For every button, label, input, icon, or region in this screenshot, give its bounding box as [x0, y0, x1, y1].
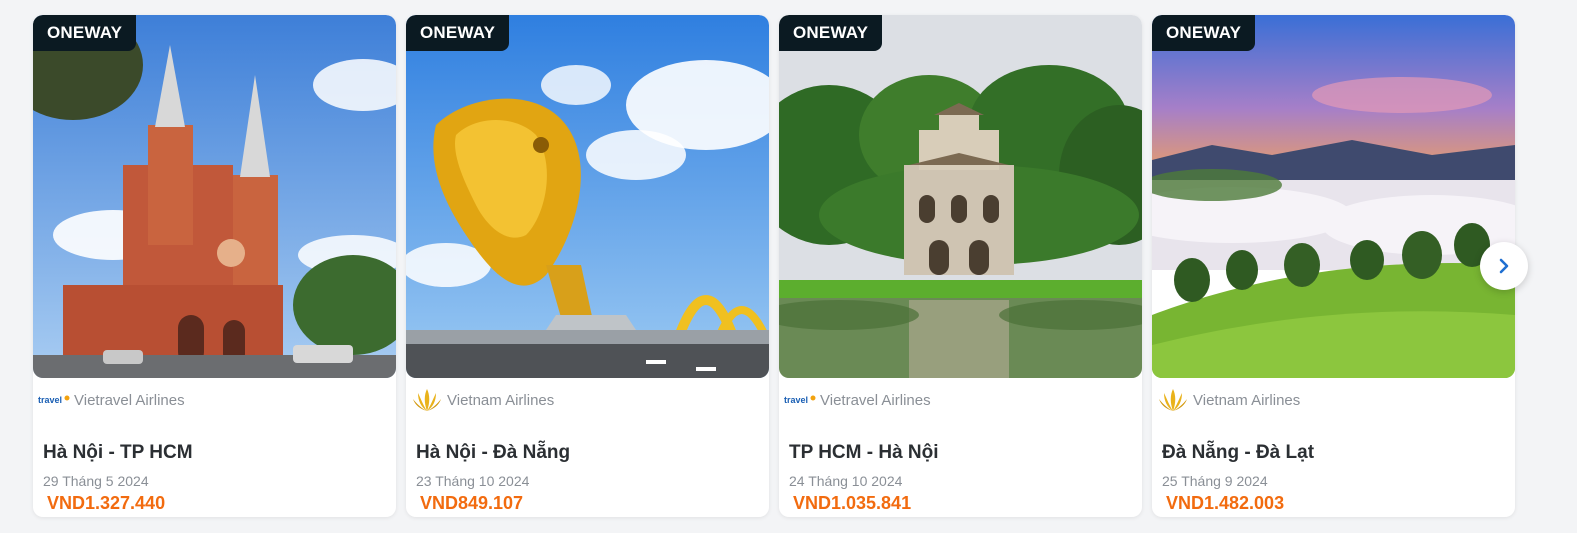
lotus-logo-icon: [1157, 384, 1189, 416]
fare-price: VND1.482.003: [1166, 493, 1285, 513]
flight-card[interactable]: ONEWAY Vietnam Airlines Đà Nẵng - Đà Lạt…: [1152, 15, 1515, 517]
airline-name: Vietnam Airlines: [1193, 391, 1301, 409]
departure-date: 24 Tháng 10 2024: [789, 473, 903, 489]
trip-type-badge: ONEWAY: [779, 15, 883, 51]
departure-date: 23 Tháng 10 2024: [416, 473, 530, 489]
route-title: TP HCM - Hà Nội: [789, 442, 939, 463]
airline-name: Vietnam Airlines: [447, 391, 555, 409]
chevron-right-icon: [1499, 258, 1509, 274]
airline-row: travel Vietravel Airlines: [33, 380, 396, 420]
destination-photo: ONEWAY: [406, 15, 769, 378]
route-title: Hà Nội - Đà Nẵng: [416, 442, 571, 463]
trip-type-badge: ONEWAY: [33, 15, 137, 51]
airline-row: travel Vietravel Airlines: [779, 380, 1142, 420]
fare-price: VND849.107: [420, 493, 524, 513]
carousel-next-button[interactable]: [1480, 242, 1528, 290]
airline-row: Vietnam Airlines: [406, 380, 769, 420]
svg-text:travel: travel: [784, 395, 808, 405]
trip-type-badge: ONEWAY: [1152, 15, 1256, 51]
flight-card[interactable]: ONEWAY travel Vietravel Airlines TP HCM …: [779, 15, 1142, 517]
destination-photo: ONEWAY: [33, 15, 396, 378]
airline-name: Vietravel Airlines: [820, 391, 931, 409]
fare-price: VND1.035.841: [793, 493, 912, 513]
vietravel-logo-icon: travel: [784, 384, 816, 416]
trip-type-badge: ONEWAY: [406, 15, 510, 51]
departure-date: 25 Tháng 9 2024: [1162, 473, 1268, 489]
vietravel-logo-icon: travel: [38, 384, 70, 416]
carousel-track: ONEWAY travel Vietravel Airlines Hà Nội …: [33, 15, 1515, 517]
airline-name: Vietravel Airlines: [74, 391, 185, 409]
flight-card[interactable]: ONEWAY Vietnam Airlines Hà Nội - Đà Nẵng…: [406, 15, 769, 517]
route-title: Hà Nội - TP HCM: [43, 442, 193, 463]
destination-photo: ONEWAY: [779, 15, 1142, 378]
departure-date: 29 Tháng 5 2024: [43, 473, 149, 489]
lotus-logo-icon: [411, 384, 443, 416]
svg-text:travel: travel: [38, 395, 62, 405]
destination-photo: ONEWAY: [1152, 15, 1515, 378]
airline-row: Vietnam Airlines: [1152, 380, 1515, 420]
route-title: Đà Nẵng - Đà Lạt: [1162, 442, 1315, 463]
flight-card[interactable]: ONEWAY travel Vietravel Airlines Hà Nội …: [33, 15, 396, 517]
flight-deals-carousel: ONEWAY travel Vietravel Airlines Hà Nội …: [0, 0, 1577, 533]
fare-price: VND1.327.440: [47, 493, 166, 513]
